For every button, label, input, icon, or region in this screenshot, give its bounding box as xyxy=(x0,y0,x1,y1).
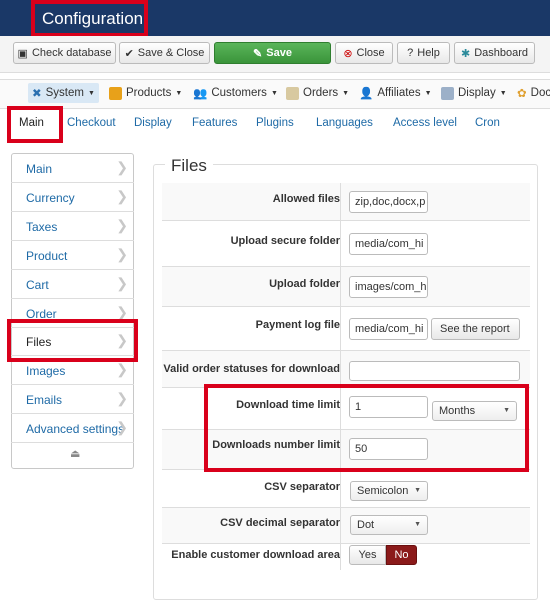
tab-languages[interactable]: Languages xyxy=(316,117,373,129)
tab-features[interactable]: Features xyxy=(192,117,237,129)
csv-decimal-select[interactable]: Dot ▼ xyxy=(350,515,428,535)
menu-products[interactable]: Products ▼ xyxy=(109,83,182,103)
menu-doc[interactable]: ✿ Doc xyxy=(517,83,550,103)
chevron-right-icon: ❯ xyxy=(116,246,128,262)
upload-secure-label: Upload secure folder xyxy=(230,235,340,247)
box-icon xyxy=(109,86,122,100)
eject-icon[interactable]: ⏏ xyxy=(70,447,80,460)
question-icon: ? xyxy=(407,47,414,59)
tab-checkout[interactable]: Checkout xyxy=(67,117,116,129)
users-icon: 👥 xyxy=(193,88,208,100)
sidebar-item-advanced-settings[interactable]: Advanced settings ❯ xyxy=(11,414,134,443)
payment-log-input[interactable]: media/com_hi xyxy=(349,318,428,340)
upload-folder-label: Upload folder xyxy=(269,278,340,290)
caret-down-icon: ▼ xyxy=(270,89,278,97)
sidebar-item-main[interactable]: Main ❯ xyxy=(11,154,134,183)
row-csv-decimal: CSV decimal separator xyxy=(162,508,530,544)
dashboard-button[interactable]: ✱ Dashboard xyxy=(454,42,535,64)
menu-system[interactable]: ✖ System ▼ xyxy=(28,83,99,103)
csv-separator-select[interactable]: Semicolon ▼ xyxy=(350,481,428,501)
enable-download-area-label: Enable customer download area xyxy=(171,549,340,561)
allowed-files-input[interactable]: zip,doc,docx,p xyxy=(349,191,428,213)
affiliates-icon: 👤 xyxy=(359,88,374,100)
yes-toggle[interactable]: Yes xyxy=(349,545,386,565)
see-report-button[interactable]: See the report xyxy=(431,318,520,340)
upload-folder-input[interactable]: images/com_h xyxy=(349,276,428,298)
sidebar-item-images[interactable]: Images ❯ xyxy=(11,356,134,385)
tab-display[interactable]: Display xyxy=(134,117,172,129)
close-icon: ⊗ xyxy=(343,47,353,60)
csv-separator-label: CSV separator xyxy=(264,481,340,493)
valid-statuses-input[interactable] xyxy=(349,361,520,381)
menu-orders[interactable]: Orders ▼ xyxy=(286,83,349,103)
payment-log-label: Payment log file xyxy=(255,319,340,331)
tab-access-level[interactable]: Access level xyxy=(393,117,457,129)
menu-affiliates[interactable]: 👤 Affiliates ▼ xyxy=(359,83,432,103)
chevron-right-icon: ❯ xyxy=(116,188,128,204)
chevron-right-icon: ❯ xyxy=(116,390,128,406)
check-database-button[interactable]: ▣ Check database xyxy=(13,42,116,64)
sidebar-item-cart[interactable]: Cart ❯ xyxy=(11,270,134,299)
sidebar-item-currency[interactable]: Currency ❯ xyxy=(11,183,134,212)
upload-secure-input[interactable]: media/com_hi xyxy=(349,233,428,255)
chevron-right-icon: ❯ xyxy=(116,275,128,291)
valid-statuses-label: Valid order statuses for download xyxy=(163,363,340,375)
check-icon: ✔ xyxy=(124,47,134,60)
database-icon: ▣ xyxy=(17,47,28,60)
chevron-right-icon: ❯ xyxy=(116,419,128,435)
caret-down-icon: ▼ xyxy=(342,89,350,97)
no-toggle[interactable]: No xyxy=(386,545,417,565)
menu-display[interactable]: Display ▼ xyxy=(441,83,507,103)
gear-icon: ✿ xyxy=(517,88,527,100)
sidebar-item-taxes[interactable]: Taxes ❯ xyxy=(11,212,134,241)
sidebar-item-emails[interactable]: Emails ❯ xyxy=(11,385,134,414)
display-icon xyxy=(441,86,454,100)
row-upload-folder: Upload folder xyxy=(162,267,530,307)
csv-decimal-label: CSV decimal separator xyxy=(220,517,340,529)
allowed-files-label: Allowed files xyxy=(272,193,340,205)
highlight-title xyxy=(31,0,148,37)
caret-down-icon: ▼ xyxy=(424,89,432,97)
save-button[interactable]: ✎ Save xyxy=(214,42,331,64)
edit-icon: ✎ xyxy=(253,47,263,60)
caret-down-icon: ▼ xyxy=(175,89,183,97)
caret-down-icon: ▼ xyxy=(87,89,95,97)
tab-plugins[interactable]: Plugins xyxy=(256,117,294,129)
fieldset-legend: Files xyxy=(165,156,213,176)
row-allowed-files: Allowed files xyxy=(162,183,530,221)
wrench-icon: ✖ xyxy=(32,88,42,100)
chevron-right-icon: ❯ xyxy=(116,159,128,175)
highlight-limits xyxy=(204,384,529,472)
dashboard-icon: ✱ xyxy=(460,47,471,60)
close-button[interactable]: ⊗ Close xyxy=(335,42,393,64)
help-button[interactable]: ? Help xyxy=(397,42,450,64)
menu-customers[interactable]: 👥 Customers ▼ xyxy=(193,83,278,103)
row-upload-secure: Upload secure folder xyxy=(162,221,530,267)
highlight-tab-main xyxy=(7,106,63,143)
save-close-button[interactable]: ✔ Save & Close xyxy=(119,42,210,64)
sidebar-item-product[interactable]: Product ❯ xyxy=(11,241,134,270)
chevron-right-icon: ❯ xyxy=(116,217,128,233)
row-enable-download-area: Enable customer download area xyxy=(162,544,530,570)
row-csv-separator: CSV separator xyxy=(162,472,530,508)
tab-cron[interactable]: Cron xyxy=(475,117,500,129)
orders-icon xyxy=(286,86,299,100)
chevron-down-icon: ▼ xyxy=(414,487,421,494)
chevron-down-icon: ▼ xyxy=(414,521,421,528)
chevron-right-icon: ❯ xyxy=(116,361,128,377)
caret-down-icon: ▼ xyxy=(499,89,507,97)
